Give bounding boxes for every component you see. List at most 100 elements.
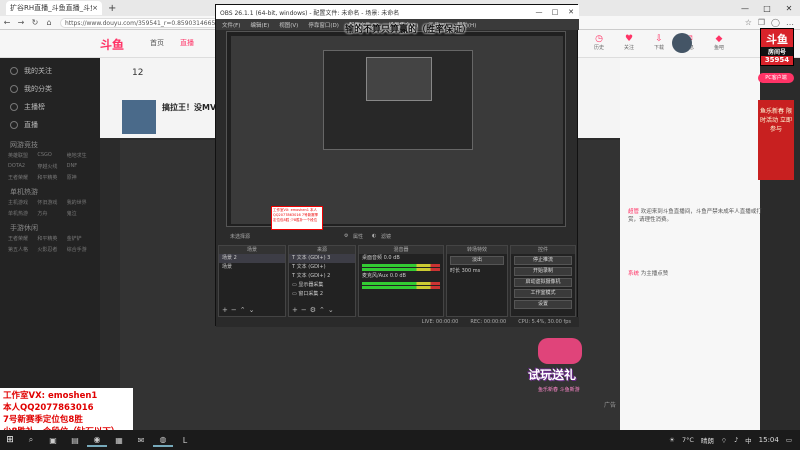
sidebar-item-live[interactable]: 直播 [0, 116, 100, 134]
sidebar-link[interactable]: 金铲铲 [67, 235, 96, 242]
badge-line2: 房间号 [761, 47, 793, 56]
new-tab-icon[interactable]: + [108, 3, 116, 14]
star-icon[interactable]: ☆ [745, 18, 752, 27]
fish-icon[interactable]: ◆ 鱼吧 [710, 34, 728, 51]
gear-icon[interactable]: ⚙ [344, 233, 348, 239]
sidebar-link[interactable]: 鬼泣 [67, 210, 96, 217]
minimize-icon[interactable]: — [734, 4, 756, 13]
studio-mode-button[interactable]: 工作室模式 [514, 289, 572, 298]
promo-title: 试玩送礼 [528, 368, 577, 382]
sidebar-link[interactable]: 原神 [67, 174, 96, 181]
nav-home[interactable]: 首页 [150, 38, 164, 48]
transition-select[interactable]: 淡出 [450, 256, 504, 265]
filter-icon[interactable]: ◐ [372, 233, 376, 239]
source-item[interactable]: ▭ 窗口采集 2 [289, 290, 355, 299]
sidebar-link[interactable]: 和平精英 [37, 174, 66, 181]
menu-edit[interactable]: 编辑(E) [250, 21, 269, 29]
sidebar-link[interactable]: 和平精英 [37, 235, 66, 242]
chat-user[interactable]: 超管 [628, 209, 639, 215]
follow-icon[interactable]: ♥ 关注 [620, 34, 638, 51]
dock-actions[interactable]: +−⚙⌃⌄ [292, 306, 337, 314]
sidebar-link[interactable]: 怀旧游戏 [37, 199, 66, 206]
properties-button[interactable]: 属性 [353, 233, 363, 240]
refresh-icon[interactable]: ↻ [28, 18, 42, 27]
avatar[interactable] [672, 33, 692, 53]
home-icon[interactable]: ⌂ [42, 18, 56, 27]
weather-icon[interactable]: ☀ [669, 436, 675, 444]
download-icon[interactable]: ⇩ 下载 [650, 34, 668, 51]
sidebar-item-follow[interactable]: 我的关注 [0, 62, 100, 80]
browser-tab[interactable]: 扩谷RH直播_斗鱼直播_斗鱼... × [6, 1, 102, 15]
history-icon[interactable]: ◷ 历史 [590, 34, 608, 51]
app-icon[interactable]: L [175, 433, 195, 447]
source-item[interactable]: T 文本 (GDI+) 3 [289, 254, 355, 263]
explorer-icon[interactable]: ▤ [65, 433, 85, 447]
collections-icon[interactable]: ❐ [758, 18, 765, 27]
sidebar-link[interactable]: 王者荣耀 [8, 174, 37, 181]
sidebar-item-rank[interactable]: 主播榜 [0, 98, 100, 116]
source-item[interactable]: T 文本 (GDI+) 2 [289, 272, 355, 281]
maximize-icon[interactable]: □ [547, 8, 563, 16]
close-icon[interactable]: ✕ [563, 8, 579, 16]
scene-item[interactable]: 场景 [219, 263, 285, 272]
pc-client-button[interactable]: PC客户端 [758, 73, 794, 83]
network-icon[interactable]: ⌔ [721, 436, 727, 445]
sidebar-link[interactable]: 主机游戏 [8, 199, 37, 206]
sidebar-link[interactable]: DOTA2 [8, 163, 37, 170]
settings-button[interactable]: 设置 [514, 300, 572, 309]
duration-input[interactable]: 300 ms [462, 268, 481, 274]
sidebar-link[interactable]: DNF [67, 163, 96, 170]
source-item[interactable]: ▭ 显示器采集 [289, 281, 355, 290]
clock[interactable]: 15:04 [759, 436, 779, 444]
close-icon[interactable]: ✕ [778, 4, 800, 13]
chat-user[interactable]: 系统 [628, 271, 639, 277]
sidebar-link[interactable]: 第五人格 [8, 246, 37, 253]
edge-icon[interactable]: ◉ [87, 433, 107, 447]
menu-view[interactable]: 视图(V) [279, 21, 298, 29]
sidebar-link[interactable]: 我的世界 [67, 199, 96, 206]
sidebar-link[interactable]: 火影忍者 [37, 246, 66, 253]
scene-item[interactable]: 场景 2 [219, 254, 285, 263]
notification-icon[interactable]: ▭ [786, 436, 792, 444]
sidebar-link[interactable]: 王者荣耀 [8, 235, 37, 242]
minimize-icon[interactable]: — [531, 8, 547, 16]
tab-close-icon[interactable]: × [92, 4, 98, 12]
sidebar-link[interactable]: 方舟 [37, 210, 66, 217]
sidebar-item-category[interactable]: 我的分类 [0, 80, 100, 98]
forward-icon[interactable]: → [14, 18, 28, 27]
filters-button[interactable]: 滤镜 [381, 233, 391, 240]
start-icon[interactable]: ⊞ [0, 435, 20, 445]
mail-icon[interactable]: ✉ [131, 433, 151, 447]
maximize-icon[interactable]: □ [756, 4, 778, 13]
source-item[interactable]: T 文本 (GDI+) [289, 263, 355, 272]
sidebar-link[interactable]: CSGO [37, 152, 66, 159]
sidebar-link[interactable]: 综合手游 [67, 246, 96, 253]
start-recording-button[interactable]: 开始录制 [514, 267, 572, 276]
obs-icon[interactable]: ◍ [153, 433, 173, 447]
search-icon[interactable]: ⌕ [21, 433, 41, 447]
virtual-camera-button[interactable]: 启动虚拟摄像机 [514, 278, 572, 287]
nav-live[interactable]: 直播 [180, 38, 194, 48]
sidebar-link[interactable]: 英雄联盟 [8, 152, 37, 159]
input-language[interactable]: 中 [745, 435, 752, 445]
menu-docks[interactable]: 停靠窗口(D) [308, 21, 339, 29]
sidebar-link[interactable]: 单机热游 [8, 210, 37, 217]
dock-actions[interactable]: +−⌃⌄ [222, 306, 257, 314]
header-icons: ◷历史 ♥关注 ⇩下载 ✉消息 ◆鱼吧 [590, 34, 728, 51]
streamer-avatar[interactable] [122, 100, 156, 134]
profile-icon[interactable]: ◯ [771, 18, 780, 27]
stop-streaming-button[interactable]: 停止推流 [514, 256, 572, 265]
taskview-icon[interactable]: ▣ [43, 433, 63, 447]
obs-preview[interactable]: 工作室VX: emoshen1 本人QQ2077863016 7号新赛季定位包8… [226, 31, 566, 230]
menu-file[interactable]: 文件(F) [222, 21, 240, 29]
volume-icon[interactable]: ♪ [734, 436, 738, 444]
store-icon[interactable]: ▦ [109, 433, 129, 447]
menu-icon[interactable]: … [786, 18, 794, 27]
back-icon[interactable]: ← [0, 18, 14, 27]
promo-banner[interactable]: 试玩送礼 鱼乐新春 斗鱼新游 [520, 330, 610, 400]
channel-db: 0.0 dB [389, 273, 406, 279]
site-logo[interactable]: 斗鱼 [100, 36, 124, 53]
side-ad[interactable]: 鱼乐新春 限时活动 立即参与 [758, 100, 794, 180]
sidebar-link[interactable]: 绝地求生 [67, 152, 96, 159]
sidebar-link[interactable]: 穿越火线 [37, 163, 66, 170]
